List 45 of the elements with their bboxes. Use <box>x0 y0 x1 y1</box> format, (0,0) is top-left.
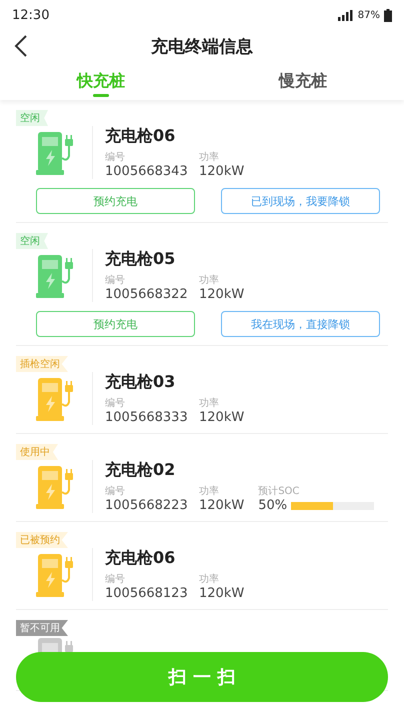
field-label: 功率 <box>199 484 220 498</box>
status-tag: 空闲 <box>16 233 48 249</box>
status-tag: 使用中 <box>16 444 58 460</box>
field-label: 编号 <box>105 396 126 410</box>
charger-name: 充电枪02 <box>105 460 176 481</box>
status-tag: 暂不可用 <box>16 620 68 636</box>
field-label: 编号 <box>105 572 126 586</box>
status-tag: 空闲 <box>16 110 48 126</box>
field-label: 功率 <box>199 396 220 410</box>
charger-power: 120kW <box>199 410 244 425</box>
charger-name: 充电枪06 <box>105 126 176 147</box>
charger-number: 1005668333 <box>105 410 185 425</box>
charger-name: 充电枪03 <box>105 372 176 393</box>
charger-name: 充电枪05 <box>105 249 176 270</box>
field-label: 编号 <box>105 484 126 498</box>
field-label: 编号 <box>105 150 126 164</box>
field-label: 预计SOC <box>258 484 300 498</box>
charger-number: 1005668223 <box>105 498 185 513</box>
unlock-button[interactable]: 我在现场，直接降锁 <box>221 311 380 337</box>
field-label: 功率 <box>199 274 220 287</box>
scan-button[interactable]: 扫 一 扫 <box>16 652 388 702</box>
charger-power: 120kW <box>199 498 244 513</box>
field-label: 功率 <box>199 150 220 164</box>
battery-icon <box>384 8 392 22</box>
soc-value: 50% <box>258 498 288 513</box>
signal-icon <box>338 10 354 20</box>
field-label: 编号 <box>105 274 126 287</box>
page-title: 充电终端信息 <box>151 36 253 58</box>
unlock-button[interactable]: 已到现场，我要降锁 <box>221 188 380 214</box>
charger-number: 1005668322 <box>105 287 185 302</box>
charger-power: 120kW <box>199 164 244 179</box>
charger-power: 120kW <box>199 586 244 601</box>
status-tag: 已被预约 <box>16 532 68 548</box>
status-time: 12:30 <box>12 8 50 22</box>
charger-power: 120kW <box>199 287 244 302</box>
tab[interactable]: 快充桩 <box>0 62 202 100</box>
battery-percent: 87% <box>358 10 380 20</box>
reserve-button[interactable]: 预约充电 <box>36 188 195 214</box>
tab[interactable]: 慢充桩 <box>202 62 404 100</box>
reserve-button[interactable]: 预约充电 <box>36 311 195 337</box>
field-label: 功率 <box>199 572 220 586</box>
status-tag: 插枪空闲 <box>16 356 68 372</box>
charger-name: 充电枪06 <box>105 548 176 569</box>
charger-number: 1005668343 <box>105 164 185 179</box>
charger-number: 1005668123 <box>105 586 185 601</box>
